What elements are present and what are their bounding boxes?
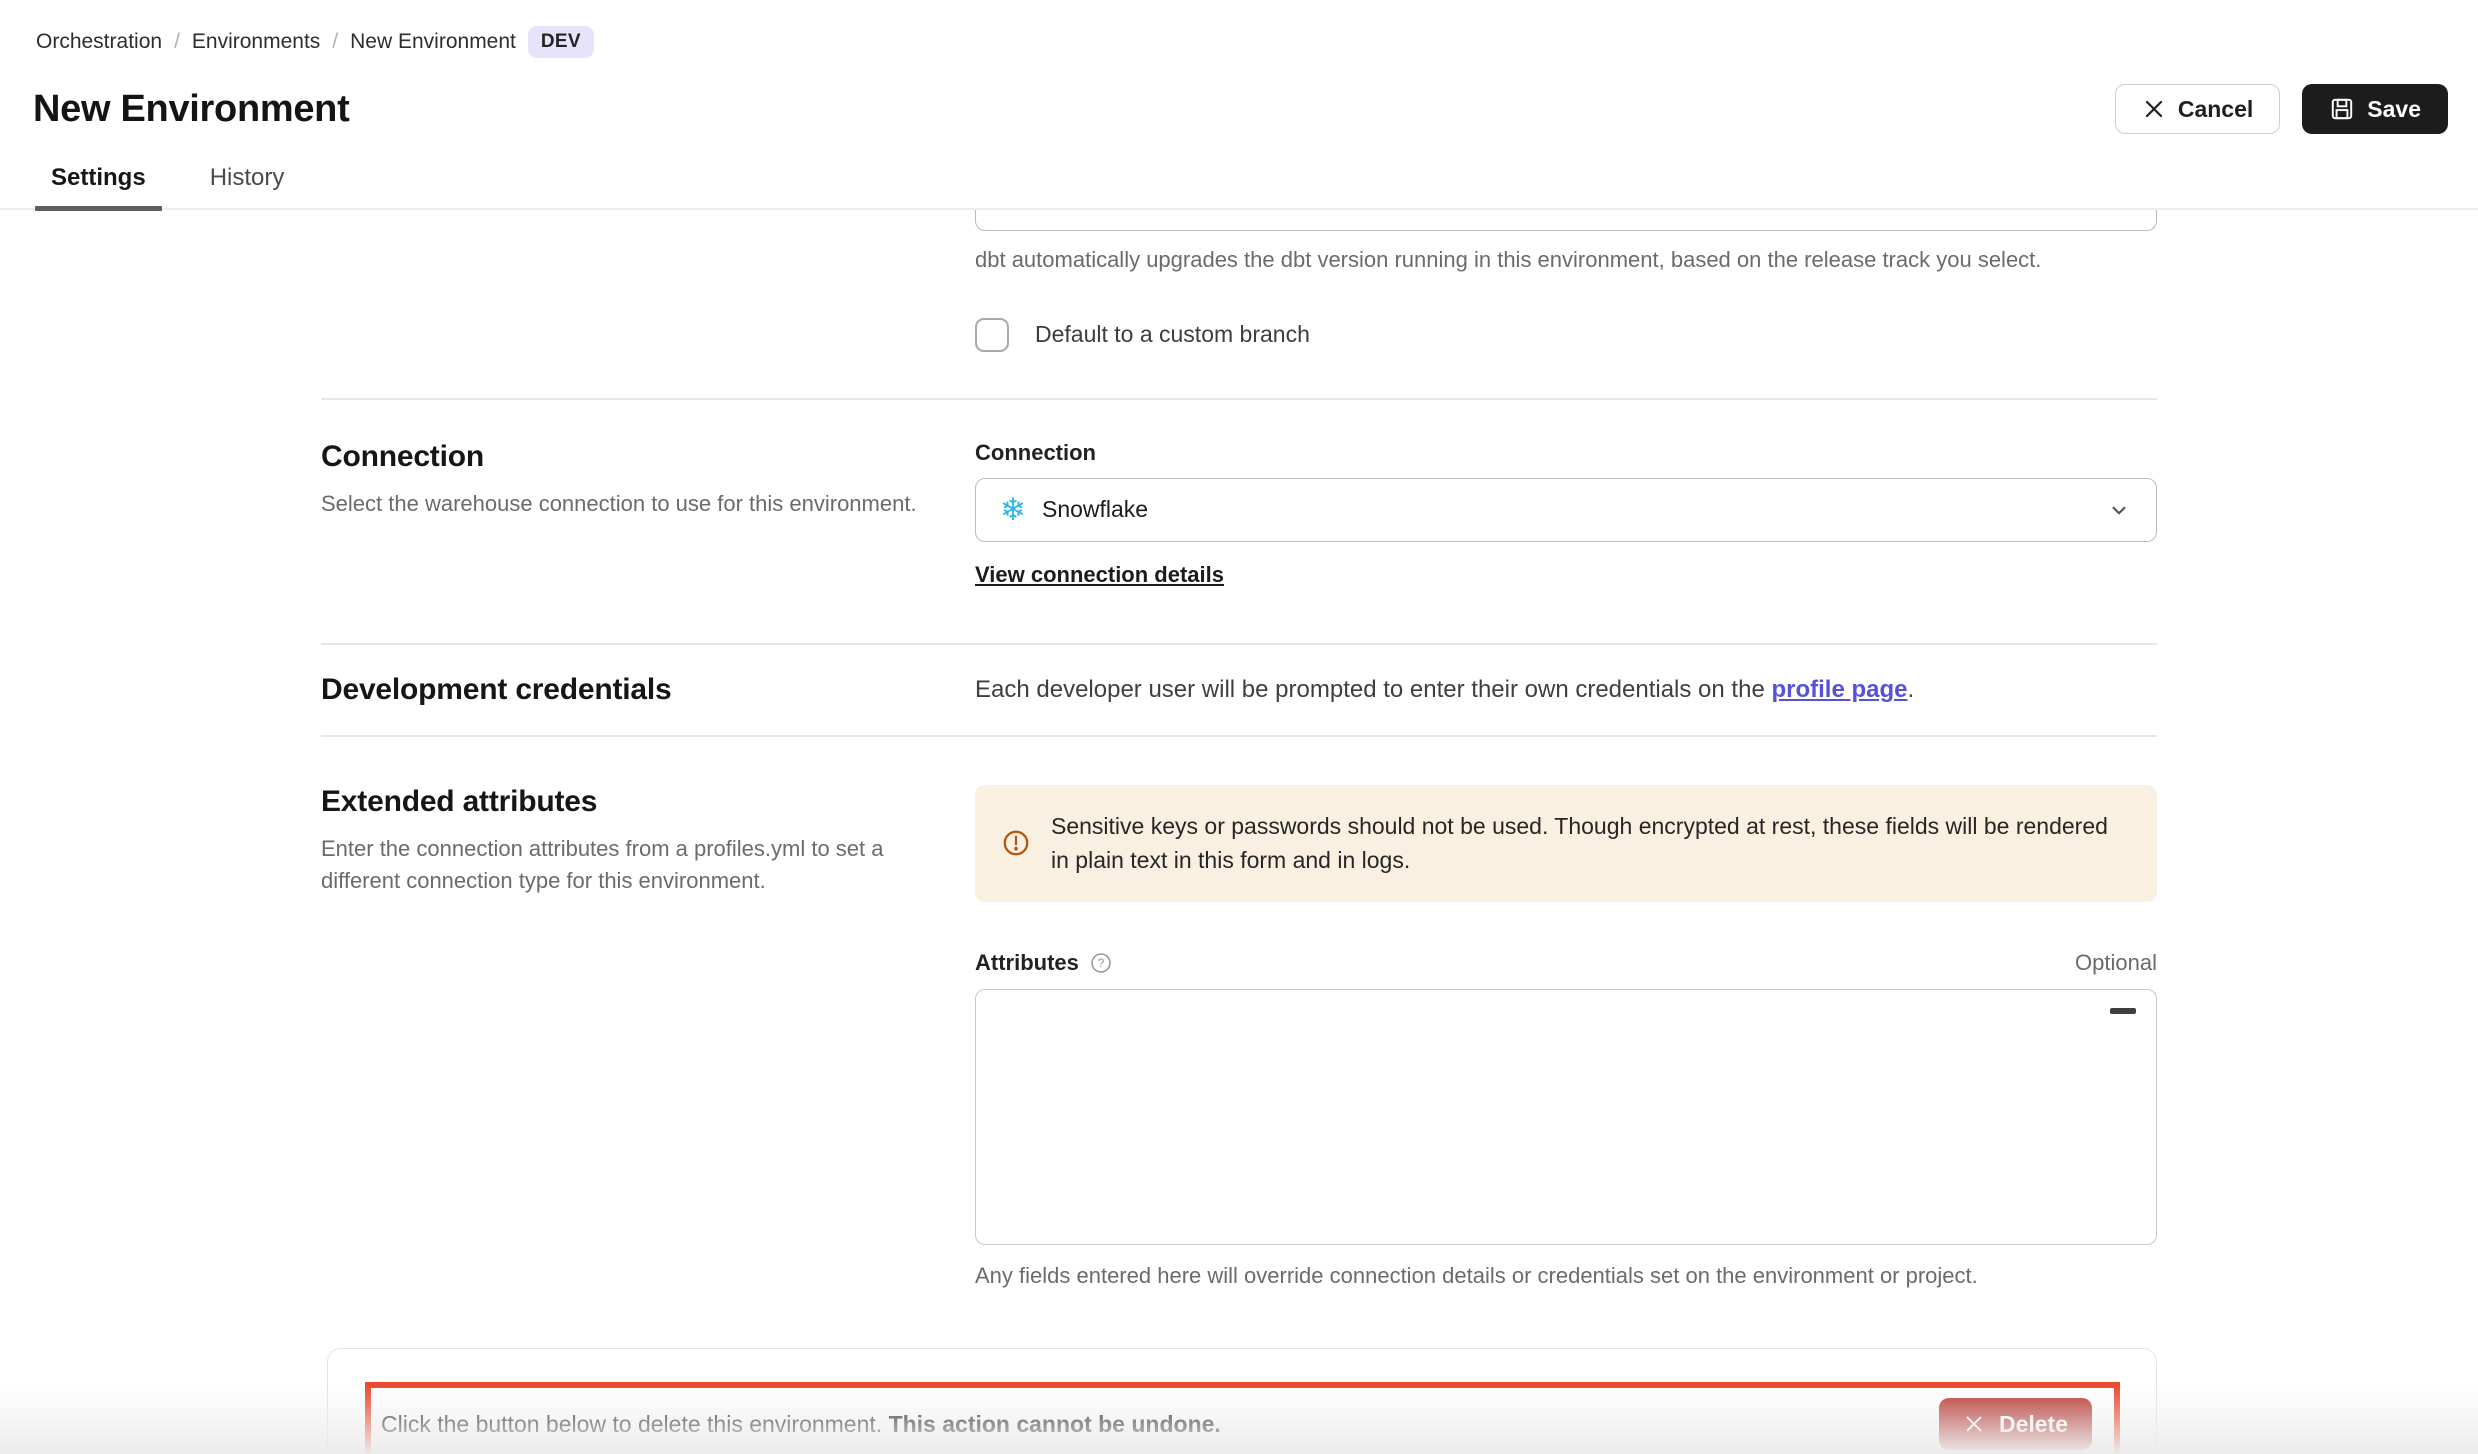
dev-credentials-text: Each developer user will be prompted to …	[975, 673, 2157, 707]
tab-settings[interactable]: Settings	[47, 164, 150, 208]
warning-text: Sensitive keys or passwords should not b…	[1051, 809, 2131, 878]
release-track-input-clipped[interactable]	[975, 210, 2157, 231]
help-circle-icon[interactable]: ?	[1089, 951, 1113, 975]
chevron-down-icon	[2106, 497, 2132, 523]
custom-branch-checkbox[interactable]	[975, 318, 1009, 352]
section-divider	[321, 643, 2157, 645]
env-dev-badge: DEV	[528, 26, 594, 58]
alert-circle-icon	[1001, 828, 1031, 858]
delete-warning-text: Click the button below to delete this en…	[381, 1411, 1939, 1438]
breadcrumb: Orchestration / Environments / New Envir…	[36, 26, 2448, 58]
breadcrumb-environments[interactable]: Environments	[192, 30, 320, 54]
dev-credentials-text-after: .	[1907, 676, 1914, 703]
attributes-textarea[interactable]	[976, 990, 2156, 1244]
close-icon	[2142, 97, 2166, 121]
tab-history[interactable]: History	[206, 164, 289, 208]
svg-text:?: ?	[1098, 956, 1105, 970]
delete-button-label: Delete	[1999, 1411, 2068, 1438]
profile-page-link[interactable]: profile page	[1771, 676, 1907, 703]
page-title: New Environment	[33, 88, 349, 131]
save-button[interactable]: Save	[2302, 84, 2448, 134]
save-button-label: Save	[2367, 96, 2421, 123]
save-disk-icon	[2329, 96, 2355, 122]
fold-collapse-icon[interactable]	[2110, 1008, 2136, 1014]
attributes-field-label: Attributes	[975, 950, 1079, 976]
breadcrumb-new-environment[interactable]: New Environment	[350, 30, 516, 54]
delete-warning-bold: This action cannot be undone.	[889, 1411, 1221, 1437]
delete-x-icon	[1963, 1413, 1985, 1435]
delete-button[interactable]: Delete	[1939, 1398, 2092, 1450]
dev-credentials-text-before: Each developer user will be prompted to …	[975, 676, 1771, 703]
breadcrumb-separator: /	[174, 30, 180, 54]
connection-description: Select the warehouse connection to use f…	[321, 488, 931, 520]
release-track-helper: dbt automatically upgrades the dbt versi…	[975, 245, 2157, 276]
dev-credentials-heading: Development credentials	[321, 673, 931, 707]
extended-attributes-description: Enter the connection attributes from a p…	[321, 833, 931, 897]
connection-heading: Connection	[321, 440, 931, 474]
settings-form: dbt automatically upgrades the dbt versi…	[321, 210, 2157, 1454]
attributes-helper: Any fields entered here will override co…	[975, 1261, 2157, 1292]
section-divider	[321, 735, 2157, 737]
annotation-highlight-box: Click the button below to delete this en…	[365, 1382, 2120, 1454]
cancel-button-label: Cancel	[2178, 96, 2253, 123]
page-header: Orchestration / Environments / New Envir…	[0, 0, 2478, 134]
view-connection-details-link[interactable]: View connection details	[975, 562, 1224, 588]
breadcrumb-separator: /	[332, 30, 338, 54]
extended-attributes-section: Extended attributes Enter the connection…	[321, 785, 2157, 1292]
sensitive-keys-warning: Sensitive keys or passwords should not b…	[975, 785, 2157, 902]
optional-label: Optional	[2075, 950, 2157, 976]
connection-select[interactable]: ❄ Snowflake	[975, 478, 2157, 542]
delete-warning-normal: Click the button below to delete this en…	[381, 1411, 889, 1437]
dev-credentials-section: Development credentials Each developer u…	[321, 673, 2157, 707]
connection-section: Connection Select the warehouse connecti…	[321, 440, 2157, 588]
section-divider	[321, 398, 2157, 400]
cancel-button[interactable]: Cancel	[2115, 84, 2280, 134]
danger-zone-card: Click the button below to delete this en…	[327, 1348, 2157, 1454]
connection-field-label: Connection	[975, 440, 2157, 466]
snowflake-icon: ❄	[1000, 494, 1026, 525]
header-actions: Cancel Save	[2115, 84, 2448, 134]
custom-branch-label: Default to a custom branch	[1035, 321, 1310, 348]
connection-selected-value: Snowflake	[1042, 496, 2090, 523]
extended-attributes-heading: Extended attributes	[321, 785, 931, 819]
breadcrumb-orchestration[interactable]: Orchestration	[36, 30, 162, 54]
attributes-editor	[975, 989, 2157, 1245]
tab-bar: Settings History	[0, 164, 2478, 210]
